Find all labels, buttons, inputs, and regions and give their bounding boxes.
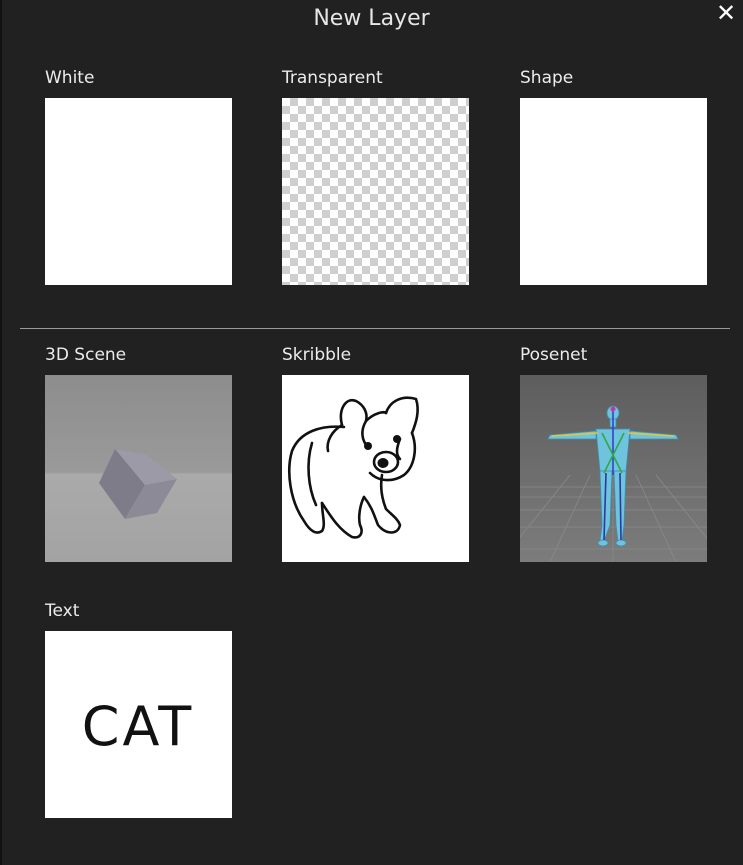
text-sample: CAT xyxy=(82,695,194,758)
white-preview[interactable] xyxy=(45,98,232,285)
posenet-preview[interactable] xyxy=(520,375,707,562)
skribble-preview[interactable] xyxy=(282,375,469,562)
dialog-title: New Layer xyxy=(313,6,430,31)
layer-option-skribble[interactable]: Skribble xyxy=(282,344,470,562)
layer-option-text[interactable]: Text CAT xyxy=(45,600,233,818)
layer-option-posenet[interactable]: Posenet xyxy=(520,344,708,562)
option-label: White xyxy=(45,68,95,88)
option-label: Text xyxy=(45,601,80,621)
shape-preview[interactable] xyxy=(520,98,707,285)
pose-figure-icon xyxy=(520,405,707,562)
option-label: 3D Scene xyxy=(45,345,127,365)
cube-icon xyxy=(99,449,177,519)
option-label: Skribble xyxy=(282,345,352,365)
section-divider xyxy=(20,328,730,329)
dialog-edge xyxy=(0,0,2,865)
3d-scene-preview[interactable] xyxy=(45,375,232,562)
layer-option-transparent[interactable]: Transparent xyxy=(282,67,470,285)
text-sample-icon: CAT xyxy=(82,695,194,758)
option-label: Shape xyxy=(520,68,574,88)
layer-option-3d-scene[interactable]: 3D Scene xyxy=(45,344,233,562)
transparent-preview[interactable] xyxy=(282,98,469,285)
option-label: Posenet xyxy=(520,345,588,365)
text-preview[interactable]: CAT xyxy=(45,631,232,818)
close-icon[interactable]: ✕ xyxy=(713,0,739,26)
layer-option-white[interactable]: White xyxy=(45,67,233,285)
layer-option-shape[interactable]: Shape xyxy=(520,67,708,285)
option-label: Transparent xyxy=(282,68,383,88)
bear-sketch-icon xyxy=(288,396,419,539)
